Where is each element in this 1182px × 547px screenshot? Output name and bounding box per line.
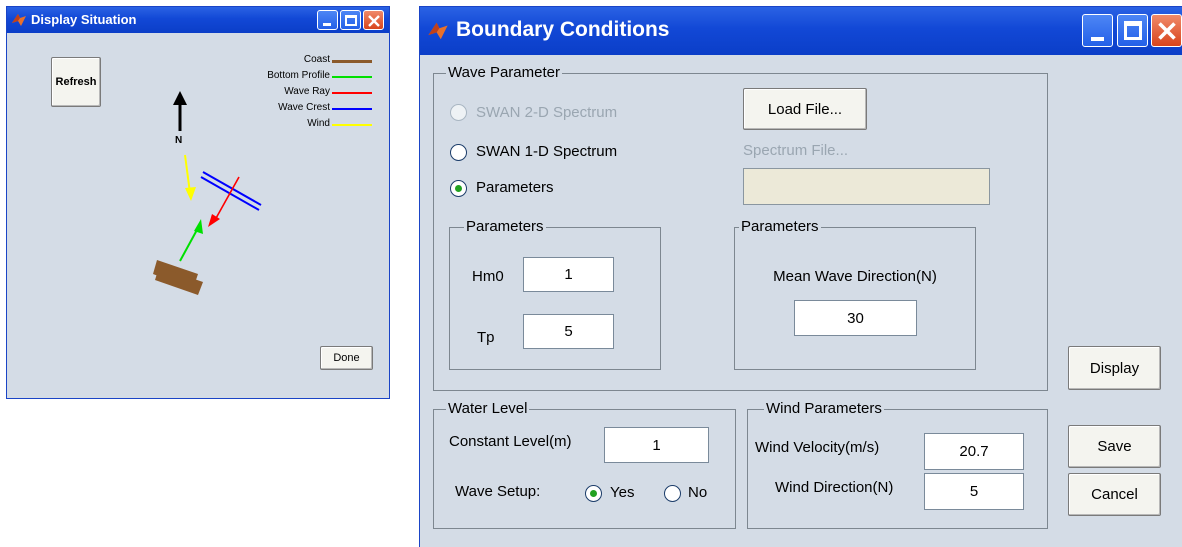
maximize-button[interactable]	[1117, 14, 1148, 47]
north-arrow-icon	[173, 91, 187, 131]
done-button[interactable]: Done	[320, 346, 373, 370]
water-level-group: Water Level Constant Level(m) 1 Wave Set…	[433, 401, 736, 529]
situation-plot	[153, 91, 262, 295]
close-icon	[1158, 22, 1176, 40]
mean-wave-direction-label: Mean Wave Direction(N)	[773, 268, 937, 285]
north-label: N	[175, 135, 183, 146]
tp-label: Tp	[477, 329, 495, 346]
radio-wave-setup-no-label: No	[688, 484, 708, 501]
radio-wave-setup-no[interactable]	[664, 485, 681, 502]
radio-swan-1d[interactable]	[450, 144, 467, 161]
minimize-button[interactable]	[1082, 14, 1113, 47]
minimize-icon	[323, 23, 331, 26]
save-button[interactable]: Save	[1068, 425, 1161, 468]
parameters-right-title: Parameters	[739, 218, 821, 235]
radio-wave-setup-yes-label: Yes	[610, 484, 635, 501]
water-level-title: Water Level	[446, 400, 530, 417]
matlab-icon	[428, 22, 448, 40]
minimize-button[interactable]	[317, 10, 338, 30]
spectrum-file-field[interactable]	[743, 168, 990, 205]
wind-direction-label: Wind Direction(N)	[775, 479, 894, 496]
wind-parameters-group: Wind Parameters Wind Velocity(m/s) 20.7 …	[747, 401, 1048, 529]
wind-velocity-field[interactable]: 20.7	[924, 433, 1024, 470]
radio-parameters-label: Parameters	[476, 179, 554, 196]
boundary-window-title: Boundary Conditions	[456, 18, 670, 41]
constant-level-field[interactable]: 1	[604, 427, 709, 463]
radio-swan-2d-label: SWAN 2-D Spectrum	[476, 104, 618, 121]
coast-icon	[153, 260, 203, 295]
close-icon	[368, 15, 380, 27]
wind-direction-field[interactable]: 5	[924, 473, 1024, 510]
wind-velocity-label: Wind Velocity(m/s)	[755, 439, 880, 456]
radio-selected-dot	[455, 185, 462, 192]
constant-level-label: Constant Level(m)	[449, 433, 572, 450]
maximize-button[interactable]	[340, 10, 361, 30]
radio-swan-1d-label: SWAN 1-D Spectrum	[476, 143, 618, 160]
wave-parameter-group: Wave Parameter SWAN 2-D Spectrum SWAN 1-…	[433, 65, 1048, 391]
radio-parameters[interactable]	[450, 180, 467, 197]
bottom-profile-icon	[179, 219, 203, 262]
tp-field[interactable]: 5	[523, 314, 614, 349]
mean-wave-direction-field[interactable]: 30	[794, 300, 917, 336]
display-situation-window: Display Situation Refresh Coast Bottom P…	[6, 6, 390, 399]
wind-arrow-icon	[184, 154, 196, 201]
boundary-conditions-window: Boundary Conditions Wave Parameter SWAN …	[419, 6, 1182, 547]
boundary-title-bar[interactable]: Boundary Conditions	[420, 7, 1182, 55]
display-window-title: Display Situation	[31, 12, 137, 27]
matlab-icon	[12, 14, 26, 26]
parameters-left-group: Parameters Hm0 1 Tp 5	[449, 219, 661, 370]
cancel-button[interactable]: Cancel	[1068, 473, 1161, 516]
wave-parameter-title: Wave Parameter	[446, 64, 562, 81]
hm0-field[interactable]: 1	[523, 257, 614, 292]
maximize-icon	[1124, 21, 1142, 40]
minimize-icon	[1091, 37, 1104, 41]
wind-parameters-title: Wind Parameters	[764, 400, 884, 417]
radio-selected-dot	[590, 490, 597, 497]
wave-setup-label: Wave Setup:	[455, 483, 541, 500]
close-button[interactable]	[363, 10, 384, 30]
display-title-bar[interactable]: Display Situation	[7, 7, 389, 33]
radio-swan-2d[interactable]	[450, 104, 467, 121]
load-file-button[interactable]: Load File...	[743, 88, 867, 130]
radio-wave-setup-yes[interactable]	[585, 485, 602, 502]
parameters-left-title: Parameters	[464, 218, 546, 235]
display-button[interactable]: Display	[1068, 346, 1161, 390]
hm0-label: Hm0	[472, 268, 504, 285]
maximize-icon	[345, 15, 357, 26]
spectrum-file-label: Spectrum File...	[743, 142, 849, 159]
close-button[interactable]	[1151, 14, 1182, 47]
parameters-right-group: Parameters Mean Wave Direction(N) 30	[734, 219, 976, 370]
